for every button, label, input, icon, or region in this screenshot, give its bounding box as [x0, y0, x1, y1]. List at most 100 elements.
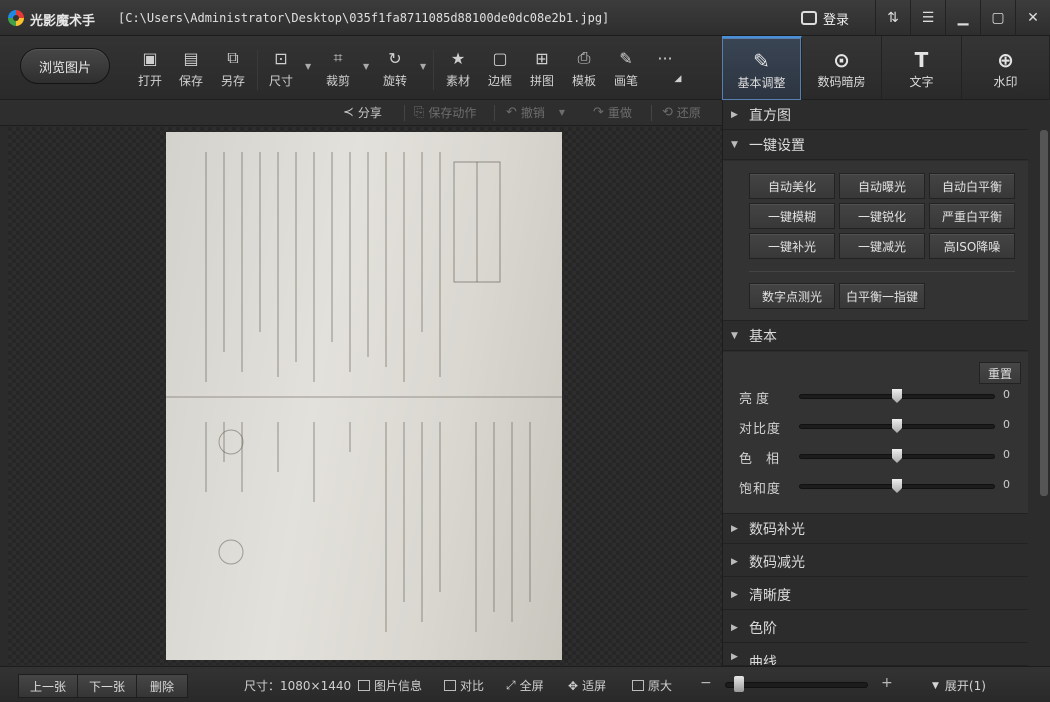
expand-arrow-icon: ▶ — [731, 622, 738, 633]
rotate-button[interactable]: ↻ 旋转 — [375, 46, 415, 94]
undo-button[interactable]: ↶ 撤销 ▼ — [506, 104, 565, 121]
image-canvas[interactable] — [8, 127, 722, 665]
panel-scrollbar[interactable] — [1040, 130, 1048, 496]
brightness-slider-row: 亮度 0 — [739, 386, 1019, 407]
collage-icon: ⊞ — [535, 48, 549, 68]
section-curves[interactable]: ▶ 曲线 — [723, 646, 1028, 666]
one-click-sharpen-button[interactable]: 一键锐化 — [839, 203, 925, 229]
zoom-slider-track[interactable] — [725, 682, 868, 688]
brush-button[interactable]: ✎ 画笔 — [606, 46, 646, 94]
white-balance-one-finger-button[interactable]: 白平衡一指键 — [839, 283, 925, 309]
crop-dropdown-arrow[interactable]: ▼ — [363, 62, 369, 71]
previous-image-button[interactable]: 上一张 — [18, 674, 78, 698]
app-logo-icon — [8, 10, 24, 26]
high-iso-denoise-button[interactable]: 高ISO降噪 — [929, 233, 1015, 259]
tab-basic-adjust[interactable]: ✎ 基本调整 — [722, 36, 802, 100]
section-one-click-label: 一键设置 — [749, 137, 805, 154]
zoom-slider-thumb[interactable] — [734, 676, 745, 692]
compare-button[interactable]: 对比 — [444, 677, 484, 694]
collage-label: 拼图 — [529, 74, 554, 88]
fit-screen-label: 适屏 — [582, 679, 607, 693]
tab-darkroom[interactable]: ⊙ 数码暗房 — [802, 36, 882, 100]
contrast-label: 对比度 — [739, 422, 782, 437]
template-button[interactable]: ⎙ 模板 — [564, 46, 604, 94]
user-icon — [801, 11, 817, 25]
fullscreen-button[interactable]: ⤢ 全屏 — [506, 677, 544, 694]
brightness-slider-thumb[interactable] — [892, 389, 902, 403]
next-image-button[interactable]: 下一张 — [77, 674, 137, 698]
auto-beautify-button[interactable]: 自动美化 — [749, 173, 835, 199]
redo-button[interactable]: ↷ 重做 — [593, 104, 632, 121]
save-icon: ▤ — [183, 48, 199, 68]
section-digital-reduce-light[interactable]: ▶ 数码减光 — [723, 547, 1028, 577]
tab-text[interactable]: T 文字 — [882, 36, 962, 100]
rotate-dropdown-arrow[interactable]: ▼ — [420, 62, 426, 71]
auto-exposure-button[interactable]: 自动曝光 — [839, 173, 925, 199]
section-histogram[interactable]: ▶ 直方图 — [723, 100, 1028, 130]
zoom-out-button[interactable]: − — [700, 675, 712, 691]
section-digital-fill-light[interactable]: ▶ 数码补光 — [723, 514, 1028, 544]
section-clarity[interactable]: ▶ 清晰度 — [723, 580, 1028, 610]
close-icon: ✕ — [1027, 10, 1039, 26]
border-button[interactable]: ▢ 边框 — [480, 46, 520, 94]
browse-images-button[interactable]: 浏览图片 — [20, 48, 110, 84]
share-button[interactable]: ≺ 分享 — [343, 104, 382, 121]
image-info-button[interactable]: 图片信息 — [358, 677, 422, 694]
delete-button[interactable]: 删除 — [136, 674, 188, 698]
open-button[interactable]: ▣ 打开 — [130, 46, 170, 94]
section-basic[interactable]: ▼ 基本 — [723, 321, 1028, 351]
text-icon: T — [914, 47, 929, 72]
section-levels[interactable]: ▶ 色阶 — [723, 613, 1028, 643]
sub-toolbar: ≺ 分享 ⎘ 保存动作 ↶ 撤销 ▼ ↷ 重做 ⟲ 还原 — [0, 100, 722, 126]
section-one-click[interactable]: ▼ 一键设置 — [723, 130, 1028, 160]
reset-button[interactable]: 重置 — [979, 362, 1021, 384]
restore-button[interactable]: ⟲ 还原 — [662, 104, 701, 121]
minimize-icon: ▁ — [957, 10, 969, 26]
minimize-button[interactable]: ▁ — [945, 0, 980, 36]
rotate-icon: ↻ — [388, 48, 402, 68]
brush-label: 画笔 — [613, 74, 638, 88]
contrast-slider-thumb[interactable] — [892, 419, 902, 433]
original-size-button[interactable]: 原大 — [632, 677, 672, 694]
collage-button[interactable]: ⊞ 拼图 — [522, 46, 562, 94]
crop-icon: ⌗ — [333, 48, 343, 67]
restore-label: 还原 — [676, 106, 701, 120]
menu-button[interactable]: ☰ — [910, 0, 945, 36]
file-path: [C:\Users\Administrator\Desktop\035f1fa8… — [118, 11, 610, 25]
status-bar: 上一张 下一张 删除 尺寸：1080×1440 图片信息 对比 ⤢ 全屏 ✥ 适… — [0, 666, 1050, 702]
digital-spot-metering-button[interactable]: 数字点测光 — [749, 283, 835, 309]
material-button[interactable]: ★ 素材 — [438, 46, 478, 94]
size-dropdown-arrow[interactable]: ▼ — [305, 62, 311, 71]
close-button[interactable]: ✕ — [1015, 0, 1050, 36]
save-button[interactable]: ▤ 保存 — [171, 46, 211, 94]
image-info-label: 图片信息 — [374, 679, 423, 693]
maximize-button[interactable]: ▢ — [980, 0, 1015, 36]
one-click-fill-light-button[interactable]: 一键补光 — [749, 233, 835, 259]
more-tools-button[interactable]: ··· ◢ — [645, 46, 685, 94]
size-button[interactable]: ⊡ 尺寸 — [261, 46, 301, 94]
one-click-reduce-light-button[interactable]: 一键减光 — [839, 233, 925, 259]
tab-text-label: 文字 — [909, 74, 934, 89]
tab-watermark[interactable]: ⊕ 水印 — [962, 36, 1050, 100]
saturation-slider-thumb[interactable] — [892, 479, 902, 493]
login-button[interactable]: 登录 — [795, 6, 873, 30]
saturation-slider-row: 饱和度 0 — [739, 476, 1019, 497]
crop-button[interactable]: ⌗ 裁剪 — [318, 46, 358, 94]
expand-button[interactable]: ▼ 展开(1) — [932, 677, 986, 694]
image-size-label: 尺寸：1080×1440 — [244, 679, 352, 693]
redo-icon: ↷ — [593, 105, 604, 120]
save-action-button[interactable]: ⎘ 保存动作 — [414, 104, 476, 121]
transfer-button[interactable]: ⇅ — [875, 0, 910, 36]
size-icon: ⊡ — [274, 48, 288, 68]
basic-adjust-icon: ✎ — [753, 48, 770, 73]
hue-value: 0 — [1003, 448, 1010, 461]
zoom-in-button[interactable]: + — [881, 675, 893, 691]
fit-screen-button[interactable]: ✥ 适屏 — [568, 677, 606, 694]
contrast-value: 0 — [1003, 418, 1010, 431]
hue-slider-thumb[interactable] — [892, 449, 902, 463]
auto-white-balance-button[interactable]: 自动白平衡 — [929, 173, 1015, 199]
save-as-button[interactable]: ⧉ 另存 — [213, 46, 253, 94]
severe-white-balance-button[interactable]: 严重白平衡 — [929, 203, 1015, 229]
contrast-slider-row: 对比度 0 — [739, 416, 1019, 437]
one-click-blur-button[interactable]: 一键模糊 — [749, 203, 835, 229]
